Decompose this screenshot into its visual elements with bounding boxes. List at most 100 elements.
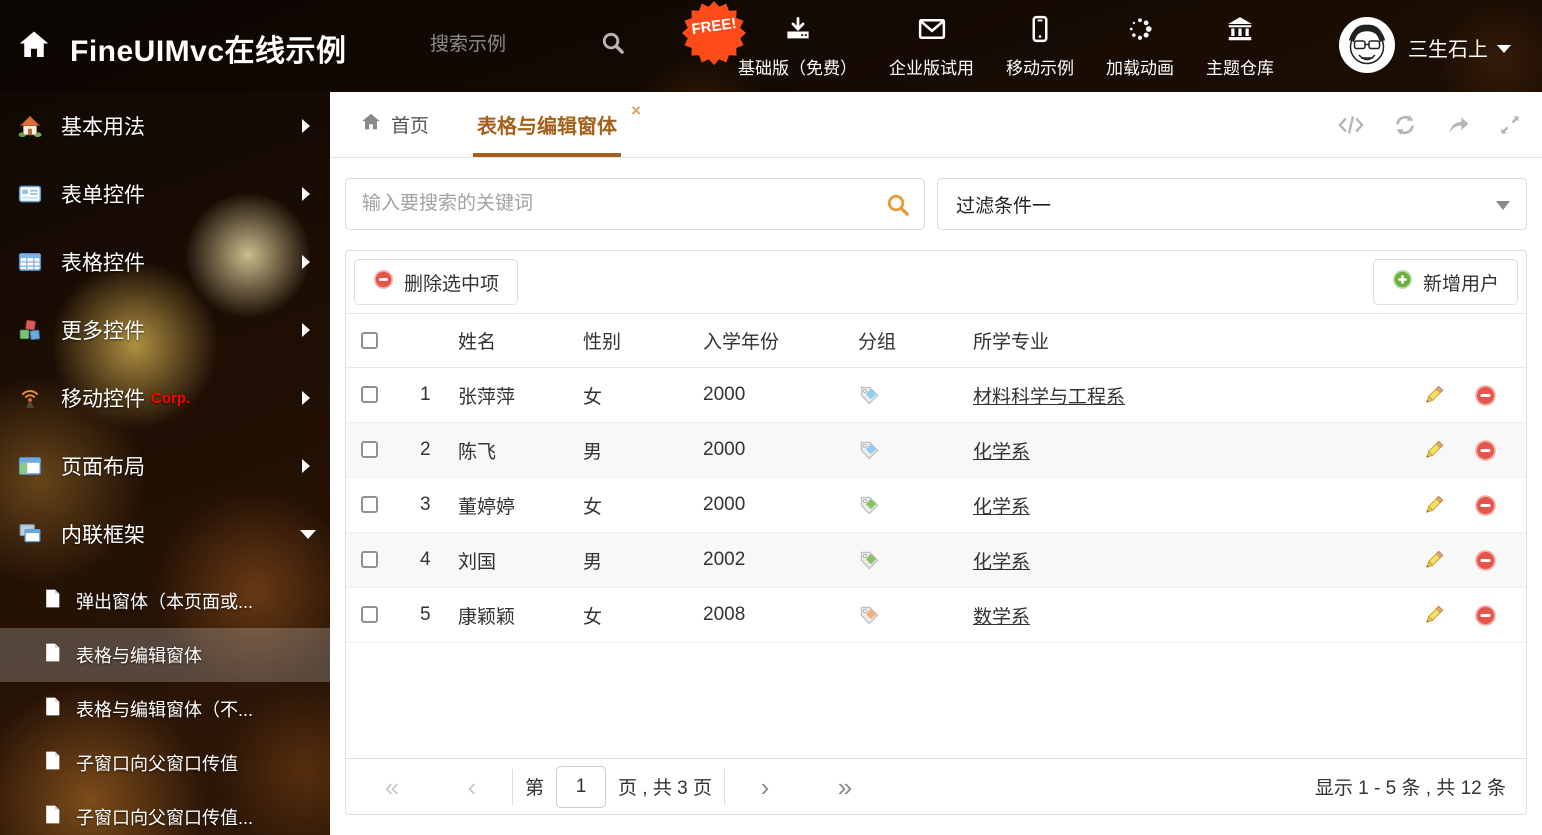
row-index: 1 [392, 368, 448, 423]
tab-home[interactable]: 首页 [360, 92, 429, 157]
chevron-down-icon [1497, 45, 1511, 53]
sidebar-item[interactable]: 内联框架 [0, 500, 330, 568]
user-menu[interactable]: 三生石上 [1408, 33, 1511, 62]
cell-gender: 女 [573, 478, 693, 533]
table-row[interactable]: 2 陈飞 男 2000 化学系 [346, 423, 1526, 478]
cell-name: 陈飞 [448, 423, 573, 478]
tab-close-icon[interactable]: × [631, 102, 641, 119]
sidebar-subitem[interactable]: 子窗口向父窗口传值... [0, 790, 330, 835]
page-icon [42, 642, 63, 668]
add-circle-icon [1392, 269, 1413, 296]
frames-icon [18, 522, 46, 546]
home-icon[interactable] [16, 27, 52, 68]
bank-icon [1225, 14, 1255, 49]
row-checkbox[interactable] [361, 551, 378, 568]
sidebar-item[interactable]: 表单控件 [0, 160, 330, 228]
major-link[interactable]: 化学系 [973, 497, 1030, 518]
major-link[interactable]: 数学系 [973, 607, 1030, 628]
divider [512, 769, 513, 805]
chevron-icon [302, 187, 310, 201]
forward-icon[interactable] [1445, 112, 1471, 138]
sidebar-item[interactable]: 表格控件 [0, 228, 330, 296]
cell-group [853, 368, 963, 423]
avatar[interactable] [1338, 16, 1396, 74]
sidebar-item[interactable]: 移动控件 Corp. [0, 364, 330, 432]
sidebar-item[interactable]: 更多控件 [0, 296, 330, 364]
page-icon [42, 750, 63, 776]
page-number-input[interactable] [556, 766, 606, 808]
major-link[interactable]: 化学系 [973, 552, 1030, 573]
record-count-summary: 显示 1 - 5 条 , 共 12 条 [1315, 773, 1520, 800]
row-checkbox[interactable] [361, 386, 378, 403]
header-nav-item[interactable]: 企业版试用 [873, 14, 990, 79]
delete-selected-button[interactable]: 删除选中项 [354, 259, 518, 305]
col-header-major: 所学专业 [963, 314, 1406, 368]
filter-row: 过滤条件一 [345, 178, 1527, 230]
tag-icon [858, 439, 881, 462]
chevron-icon [302, 459, 310, 473]
edit-icon[interactable] [1422, 549, 1445, 572]
next-page-button[interactable]: › [725, 774, 805, 800]
edit-icon[interactable] [1422, 604, 1445, 627]
table-body: 1 张萍萍 女 2000 材料科学与工程系 [346, 368, 1526, 643]
cell-year: 2002 [693, 533, 853, 588]
page-icon [42, 588, 63, 614]
expand-icon[interactable] [1498, 113, 1522, 137]
home-icon-small [360, 111, 382, 139]
chevron-icon [302, 255, 310, 269]
tab-grid-edit-window[interactable]: 表格与编辑窗体 × [477, 92, 617, 157]
major-link[interactable]: 化学系 [973, 442, 1030, 463]
cell-year: 2008 [693, 588, 853, 643]
main-content: 首页 表格与编辑窗体 × 过滤条件一 删除选中项 [330, 92, 1542, 835]
header-search-input[interactable] [428, 28, 583, 62]
delete-icon[interactable] [1474, 439, 1497, 462]
edit-icon[interactable] [1422, 494, 1445, 517]
col-header-index [392, 314, 448, 368]
major-link[interactable]: 材料科学与工程系 [973, 387, 1125, 408]
app-title: FineUIMvc在线示例 [70, 26, 347, 70]
row-index: 5 [392, 588, 448, 643]
sidebar-subitem[interactable]: 弹出窗体（本页面或... [0, 574, 330, 628]
table-row[interactable]: 3 董婷婷 女 2000 化学系 [346, 478, 1526, 533]
prev-page-button[interactable]: ‹ [432, 774, 512, 800]
table-row[interactable]: 4 刘国 男 2002 化学系 [346, 533, 1526, 588]
table-row[interactable]: 1 张萍萍 女 2000 材料科学与工程系 [346, 368, 1526, 423]
header-search-icon[interactable] [600, 30, 626, 61]
sidebar-subitem[interactable]: 表格与编辑窗体（不... [0, 682, 330, 736]
pagination-bar: « ‹ 第 页 , 共 3 页 › » 显示 1 - 5 条 , 共 12 条 [346, 758, 1526, 814]
header-nav-item[interactable]: 移动示例 [990, 14, 1090, 79]
tag-icon [858, 384, 881, 407]
code-icon[interactable] [1337, 111, 1365, 139]
cell-group [853, 423, 963, 478]
users-table: 姓名 性别 入学年份 分组 所学专业 1 张萍萍 女 2000 材料科学与工程系 [346, 313, 1526, 643]
sidebar-item[interactable]: 基本用法 [0, 92, 330, 160]
keyword-search-input[interactable] [346, 179, 924, 229]
sidebar-menu: 基本用法 表单控件 表格控件 更多控件 移动控件 Corp. 页面布局 内联框架 [0, 92, 330, 568]
sidebar-item[interactable]: 页面布局 [0, 432, 330, 500]
tab-home-label: 首页 [391, 111, 429, 138]
header-nav-item[interactable]: 加载动画 [1090, 14, 1190, 79]
select-all-checkbox[interactable] [361, 332, 378, 349]
refresh-icon[interactable] [1392, 112, 1418, 138]
cell-group [853, 478, 963, 533]
sidebar-subitem[interactable]: 表格与编辑窗体 [0, 628, 330, 682]
chevron-icon [300, 530, 316, 539]
filter-dropdown[interactable]: 过滤条件一 [937, 178, 1527, 230]
last-page-button[interactable]: » [805, 774, 885, 800]
add-user-button[interactable]: 新增用户 [1373, 259, 1518, 305]
delete-icon[interactable] [1474, 494, 1497, 517]
sidebar-subitem[interactable]: 子窗口向父窗口传值 [0, 736, 330, 790]
row-checkbox[interactable] [361, 606, 378, 623]
row-checkbox[interactable] [361, 496, 378, 513]
table-row[interactable]: 5 康颖颖 女 2008 数学系 [346, 588, 1526, 643]
row-checkbox[interactable] [361, 441, 378, 458]
first-page-button[interactable]: « [352, 774, 432, 800]
edit-icon[interactable] [1422, 384, 1445, 407]
search-icon[interactable] [885, 192, 911, 223]
delete-icon[interactable] [1474, 549, 1497, 572]
edit-icon[interactable] [1422, 439, 1445, 462]
delete-icon[interactable] [1474, 604, 1497, 627]
header-nav-item[interactable]: 基础版（免费） [722, 14, 873, 79]
header-nav-item[interactable]: 主题仓库 [1190, 14, 1290, 79]
delete-icon[interactable] [1474, 384, 1497, 407]
